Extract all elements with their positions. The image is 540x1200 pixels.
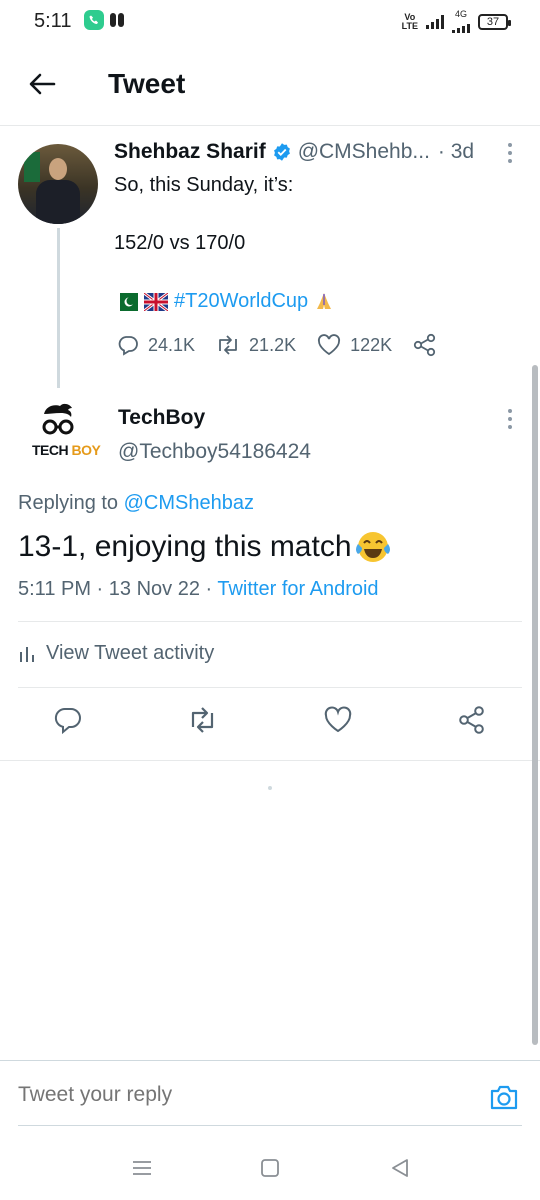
back-arrow-icon[interactable] [26,68,58,100]
mention-link[interactable]: @CMShehbaz [124,492,254,514]
reply-metadata: 5:11 PM · 13 Nov 22 · Twitter for Androi… [18,578,379,600]
recording-icon [110,13,124,27]
loading-dot [268,786,272,790]
tears-of-joy-emoji-icon [355,532,390,562]
clock: 5:11 [34,10,72,32]
retweet-icon[interactable] [186,704,218,736]
author-handle[interactable]: @CMShehb... [298,140,430,164]
client-app-link[interactable]: Twitter for Android [217,578,378,600]
composer-underline [18,1125,522,1126]
share-icon [414,333,436,357]
view-tweet-activity-button[interactable]: View Tweet activity [18,642,214,665]
retweet-count[interactable]: 21.2K [215,333,296,357]
reply-composer [0,1060,540,1126]
menu-icon[interactable] [130,1156,154,1180]
replying-to: Replying to @CMShehbaz [18,492,254,514]
reply-author-handle[interactable]: @Techboy54186424 [118,440,311,464]
thread-connector [57,228,60,388]
heart-icon [318,334,341,356]
tweet-text-line-2: 152/0 vs 170/0 [114,232,246,254]
call-icon [84,10,104,30]
network-type: 4G [454,9,467,19]
top-app-bar: Tweet [0,44,540,126]
tweet-hashtag-line: #T20WorldCup [114,290,334,313]
original-tweet-header: Shehbaz Sharif @CMShehb... · 3d [114,140,474,164]
battery-icon: 37 [478,13,511,30]
camera-icon[interactable] [488,1081,520,1113]
reply-icon [118,336,138,356]
signal-icon-2 [452,19,470,33]
tweet-stats: 24.1K 21.2K 122K [116,332,458,358]
status-bar: 5:11 Vo LTE 4G 37 [0,0,540,44]
reply-count[interactable]: 24.1K [116,333,195,357]
divider [18,687,522,688]
reply-icon[interactable] [52,704,84,736]
signal-icon-1 [426,14,444,29]
home-square-icon[interactable] [258,1156,282,1180]
system-nav-bar [0,1140,540,1200]
reply-tweet-text: 13-1, enjoying this match [18,530,392,564]
like-icon[interactable] [322,704,354,736]
back-triangle-icon[interactable] [388,1156,412,1180]
reply-input[interactable] [18,1083,458,1107]
tweet-action-bar [0,704,540,748]
page-title: Tweet [108,68,186,99]
like-count[interactable]: 122K [316,333,392,357]
hashtag-link[interactable]: #T20WorldCup [174,290,308,313]
techboy-logo-text: TECH BOY [32,442,101,458]
scrollbar[interactable] [532,365,538,1045]
uk-flag-icon [144,292,168,311]
share-button[interactable] [412,332,438,358]
analytics-icon [20,646,34,662]
reply-author-name[interactable]: TechBoy [118,406,205,430]
more-options-icon[interactable] [504,408,516,435]
divider [18,621,522,622]
share-icon[interactable] [456,704,488,736]
praying-hands-icon [317,292,332,309]
avatar-shehbaz[interactable] [18,144,98,224]
volte-indicator: Vo LTE [401,11,418,31]
more-options-icon[interactable] [504,142,516,169]
tweet-age: · 3d [437,140,475,163]
tweet-text-line-1: So, this Sunday, it’s: [114,174,294,196]
retweet-icon [219,335,237,355]
section-divider [0,760,540,761]
author-name[interactable]: Shehbaz Sharif [114,140,266,164]
verified-badge-icon [273,143,290,161]
pakistan-flag-icon [114,292,138,311]
